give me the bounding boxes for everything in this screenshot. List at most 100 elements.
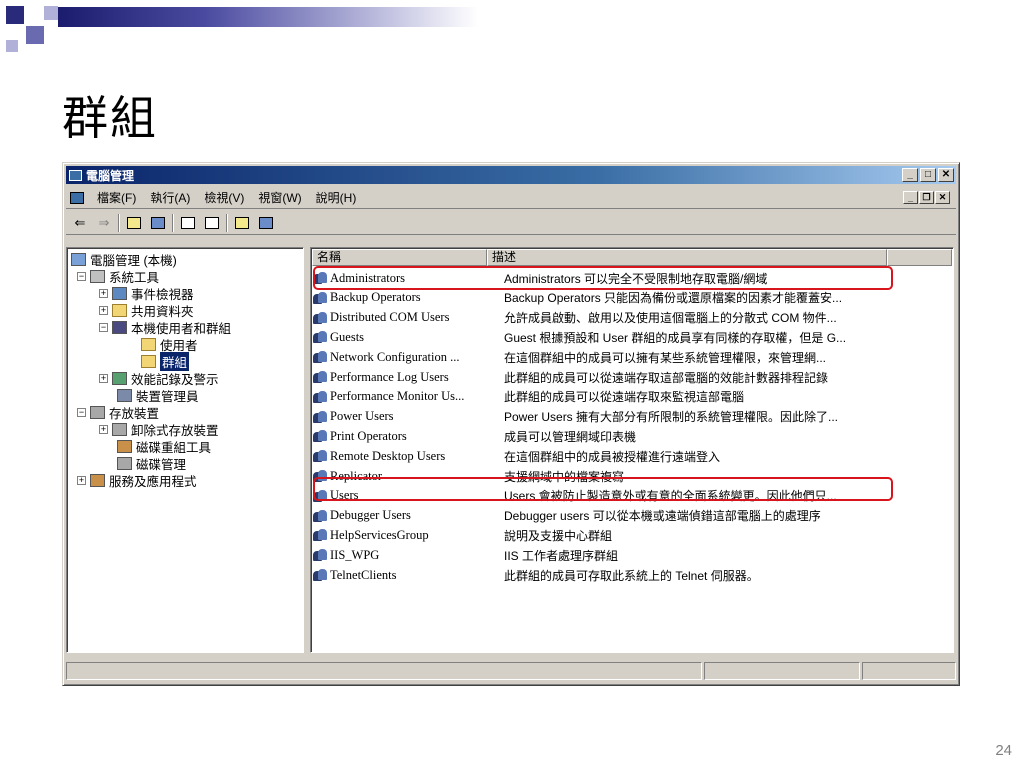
back-arrow-icon[interactable]: ⇐ xyxy=(70,214,90,232)
services-icon xyxy=(90,473,105,487)
title-bar: 電腦管理 _ □ ✕ xyxy=(66,166,956,184)
group-icon xyxy=(313,568,327,582)
status-pane xyxy=(862,662,956,680)
list-item[interactable]: Backup Operators Backup Operators 只能因為備份或… xyxy=(313,288,842,308)
collapse-toggle[interactable]: − xyxy=(77,407,86,417)
list-item[interactable]: Power Users Power Users 擁有大部分有所限制的系統管理權限。… xyxy=(313,407,838,427)
status-pane xyxy=(66,662,702,680)
list-item[interactable]: HelpServicesGroup 說明及支援中心群組 xyxy=(313,525,612,545)
list-item[interactable]: Debugger Users Debugger users 可以從本機或遠端偵錯這… xyxy=(313,506,821,526)
menu-action[interactable]: 執行(A) xyxy=(143,189,197,206)
column-description-header[interactable]: 描述 xyxy=(487,249,887,266)
group-icon xyxy=(313,429,327,443)
tree-item-shared-folders[interactable]: + 共用資料夾 xyxy=(99,302,194,319)
group-icon xyxy=(313,548,327,562)
tree-item-services-apps[interactable]: + 服務及應用程式 xyxy=(77,472,197,489)
show-tree-icon[interactable] xyxy=(148,214,168,232)
group-description: 此群組的成員可存取此系統上的 Telnet 伺服器。 xyxy=(504,568,759,583)
group-name: Remote Desktop Users xyxy=(330,448,446,463)
menu-window[interactable]: 視窗(W) xyxy=(251,189,308,206)
tree-item-local-users-groups[interactable]: − 本機使用者和群組 xyxy=(99,319,231,336)
groups-list[interactable]: 名稱 描述 Administrators Administrators 可以完全不… xyxy=(310,247,954,653)
folder-open-icon xyxy=(141,354,156,368)
forward-arrow-icon[interactable]: ⇒ xyxy=(94,214,114,232)
list-item[interactable]: Print Operators 成員可以管理網域印表機 xyxy=(313,426,636,446)
tree-item-disk-management[interactable]: 磁碟管理 xyxy=(117,455,186,472)
group-name: IIS_WPG xyxy=(330,547,380,562)
maximize-button[interactable]: □ xyxy=(920,168,936,182)
page-number: 24 xyxy=(995,742,1012,759)
group-description: 說明及支援中心群組 xyxy=(504,528,613,543)
slide-title: 群組 xyxy=(62,91,158,145)
list-item[interactable]: Distributed COM Users 允許成員啟動、啟用以及使用這個電腦上的… xyxy=(313,308,837,328)
group-description: 此群組的成員可以從遠端存取這部電腦的效能計數器排程記錄 xyxy=(504,370,829,385)
close-button[interactable]: ✕ xyxy=(938,168,954,182)
menu-file[interactable]: 檔案(F) xyxy=(90,189,143,206)
group-name: Performance Monitor Us... xyxy=(330,389,465,404)
tree-item-groups[interactable]: 群組 xyxy=(141,351,190,371)
tree-item-storage[interactable]: − 存放裝置 xyxy=(77,404,159,421)
group-description: 成員可以管理網域印表機 xyxy=(504,429,637,444)
tree-item-performance-logs[interactable]: + 效能記錄及警示 xyxy=(99,370,219,387)
list-item[interactable]: Remote Desktop Users 在這個群組中的成員被授權進行遠端登入 xyxy=(313,446,720,466)
deco-square xyxy=(6,6,24,24)
deco-square xyxy=(44,6,58,20)
deco-square xyxy=(26,26,44,44)
toolbar: ⇐ ⇒ xyxy=(66,211,956,235)
column-name-header[interactable]: 名稱 xyxy=(312,249,487,266)
tree-item-defrag[interactable]: 磁碟重組工具 xyxy=(117,438,211,455)
list-item[interactable]: Network Configuration ... 在這個群組中的成員可以擁有某些… xyxy=(313,347,826,367)
group-description: IIS 工作者處理序群組 xyxy=(504,548,619,563)
computer-management-window: 電腦管理 _ □ ✕ 檔案(F) 執行(A) 檢視(V) 視窗(W) 說明(H)… xyxy=(62,162,960,686)
list-item[interactable]: TelnetClients 此群組的成員可存取此系統上的 Telnet 伺服器。 xyxy=(313,565,759,585)
toolbar-separator xyxy=(172,213,174,232)
console-window-icon[interactable] xyxy=(70,191,84,204)
toolbar-separator xyxy=(226,213,228,232)
defrag-icon xyxy=(117,439,132,453)
help-icon[interactable] xyxy=(232,214,252,232)
group-description: 此群組的成員可以從遠端存取來監視這部電腦 xyxy=(504,390,745,405)
console-icon[interactable] xyxy=(256,214,276,232)
storage-icon xyxy=(90,405,105,419)
up-folder-icon[interactable] xyxy=(124,214,144,232)
tree-item-users[interactable]: 使用者 xyxy=(141,336,198,353)
list-item[interactable]: IIS_WPG IIS 工作者處理序群組 xyxy=(313,545,618,565)
tree-item-removable-storage[interactable]: + 卸除式存放裝置 xyxy=(99,421,219,438)
group-description: 在這個群組中的成員可以擁有某些系統管理權限，來管理網... xyxy=(504,350,827,365)
group-icon xyxy=(313,449,327,463)
tree-item-event-viewer[interactable]: + 事件檢視器 xyxy=(99,285,194,302)
list-item[interactable]: Performance Monitor Us... 此群組的成員可以從遠端存取來監… xyxy=(313,387,744,407)
refresh-icon[interactable] xyxy=(178,214,198,232)
tree-item-computer-management[interactable]: 電腦管理 (本機) xyxy=(71,251,177,268)
group-name: Print Operators xyxy=(330,428,407,443)
group-name: TelnetClients xyxy=(330,567,397,582)
list-item[interactable]: Guests Guest 根據預設和 User 群組的成員享有同樣的存取權，但是 … xyxy=(313,327,846,347)
child-restore-button[interactable]: ❐ xyxy=(919,191,934,204)
users-groups-icon xyxy=(112,320,127,334)
minimize-button[interactable]: _ xyxy=(902,168,918,182)
menu-bar: 檔案(F) 執行(A) 檢視(V) 視窗(W) 說明(H) _ ❐ ✕ xyxy=(66,187,956,209)
group-description: Power Users 擁有大部分有所限制的系統管理權限。因此除了... xyxy=(504,410,839,425)
expand-toggle[interactable]: + xyxy=(99,288,108,298)
tree-item-device-manager[interactable]: 裝置管理員 xyxy=(117,387,199,404)
deco-square xyxy=(6,40,18,52)
expand-toggle[interactable]: + xyxy=(99,373,108,383)
tools-icon xyxy=(90,269,105,283)
group-description: Debugger users 可以從本機或遠端偵錯這部電腦上的處理序 xyxy=(504,509,821,524)
menu-help[interactable]: 說明(H) xyxy=(309,189,364,206)
expand-toggle[interactable]: + xyxy=(99,305,108,315)
tree-item-system-tools[interactable]: − 系統工具 xyxy=(77,268,159,285)
console-tree[interactable]: 電腦管理 (本機) − 系統工具 + 事件檢視器 + 共用資料夾 − 本機使用者… xyxy=(66,247,304,653)
expand-toggle[interactable]: + xyxy=(99,424,108,434)
collapse-toggle[interactable]: − xyxy=(77,271,86,281)
list-item[interactable]: Performance Log Users 此群組的成員可以從遠端存取這部電腦的效… xyxy=(313,367,828,387)
child-minimize-button[interactable]: _ xyxy=(903,191,918,204)
collapse-toggle[interactable]: − xyxy=(99,322,108,332)
menu-view[interactable]: 檢視(V) xyxy=(197,189,251,206)
group-icon xyxy=(313,330,327,344)
export-list-icon[interactable] xyxy=(202,214,222,232)
status-pane xyxy=(704,662,860,680)
window-title: 電腦管理 xyxy=(86,168,135,183)
child-close-button[interactable]: ✕ xyxy=(935,191,950,204)
expand-toggle[interactable]: + xyxy=(77,475,86,485)
